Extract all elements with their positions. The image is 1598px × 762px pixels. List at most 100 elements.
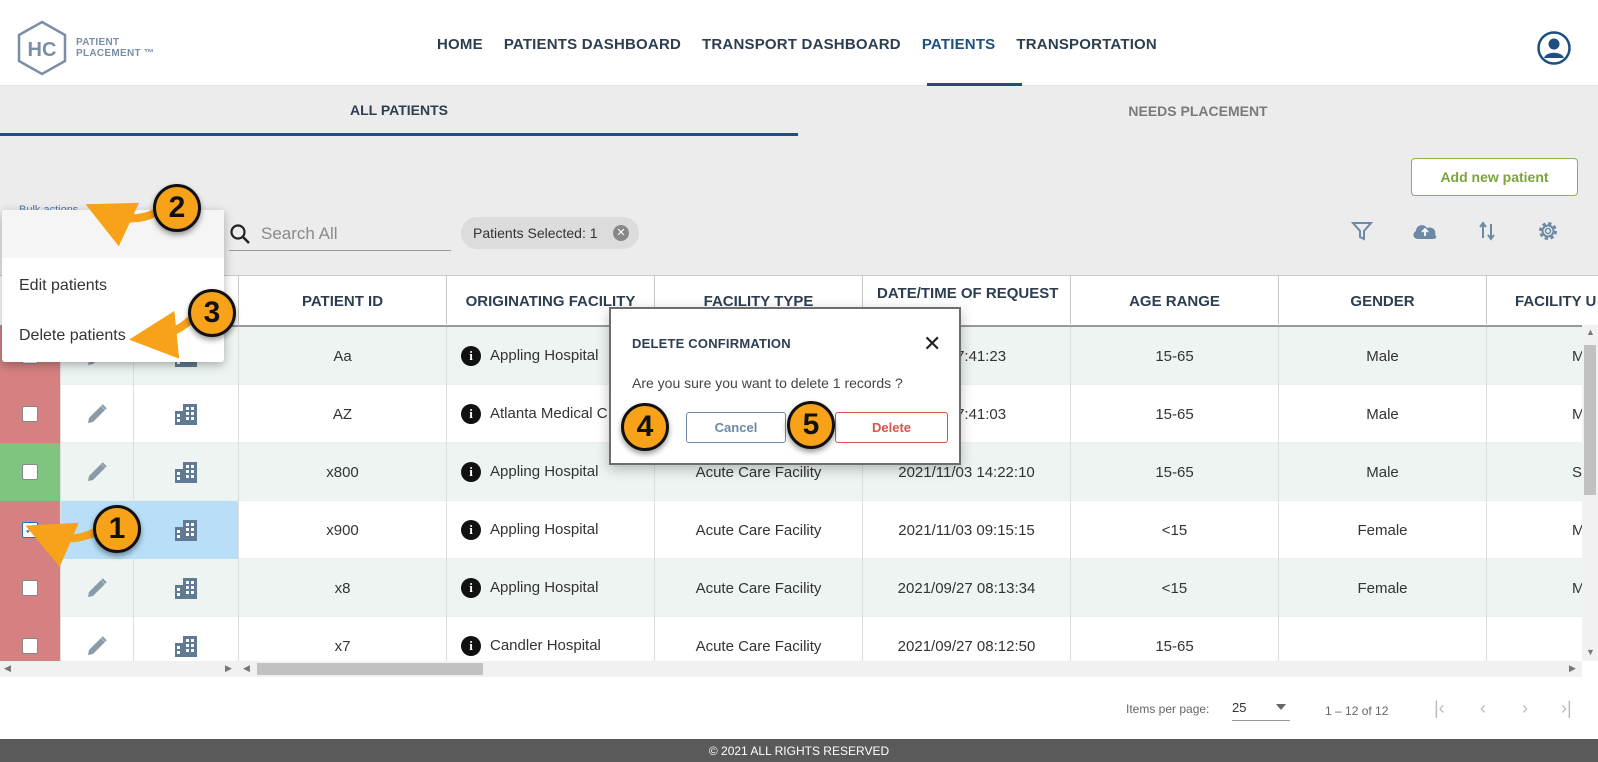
- cell-gender: Female: [1279, 559, 1487, 617]
- sort-icon[interactable]: [1474, 218, 1500, 244]
- items-per-page-select[interactable]: 25: [1232, 697, 1290, 721]
- cell-patient-id: x8: [239, 559, 447, 617]
- vertical-scrollbar[interactable]: ▲ ▼: [1582, 325, 1598, 661]
- scroll-left-icon[interactable]: ◀: [243, 663, 250, 674]
- cell-patient-id: x7: [239, 617, 447, 661]
- scroll-up-icon[interactable]: ▲: [1586, 327, 1595, 337]
- frozen-scroll-right-icon[interactable]: ▶: [225, 663, 232, 674]
- origin-text: Candler Hospital: [490, 637, 601, 654]
- facility-building-icon[interactable]: [134, 443, 239, 501]
- frozen-scroll-left-icon[interactable]: ◀: [4, 663, 11, 674]
- cell-date-time: 2021/09/27 08:13:34: [863, 559, 1071, 617]
- chip-clear-icon[interactable]: ✕: [613, 225, 629, 241]
- search-icon: [230, 224, 250, 244]
- header-age-range[interactable]: AGE RANGE: [1071, 276, 1279, 326]
- row-checkbox[interactable]: [22, 580, 38, 596]
- main-nav: HOME PATIENTS DASHBOARD TRANSPORT DASHBO…: [437, 36, 1178, 53]
- nav-transportation[interactable]: TRANSPORTATION: [1016, 36, 1157, 53]
- header-gender[interactable]: GENDER: [1279, 276, 1487, 326]
- edit-pencil-icon[interactable]: [61, 385, 134, 443]
- patient-subtabs: ALL PATIENTS NEEDS PLACEMENT: [0, 86, 1598, 136]
- edit-pencil-icon[interactable]: [61, 443, 134, 501]
- info-icon[interactable]: i: [461, 520, 481, 540]
- cell-facility-type: Acute Care Facility: [655, 617, 863, 661]
- nav-patients-dashboard[interactable]: PATIENTS DASHBOARD: [504, 36, 681, 53]
- info-icon[interactable]: i: [461, 462, 481, 482]
- cell-age-range: 15-65: [1071, 443, 1279, 501]
- close-icon[interactable]: ✕: [923, 331, 941, 357]
- nav-home[interactable]: HOME: [437, 36, 483, 53]
- scroll-right-icon[interactable]: ▶: [1569, 663, 1576, 674]
- cell-age-range: <15: [1071, 559, 1279, 617]
- settings-gear-icon[interactable]: [1535, 218, 1561, 244]
- info-icon[interactable]: i: [461, 578, 481, 598]
- first-page-icon[interactable]: |‹: [1434, 698, 1445, 719]
- cell-originating-facility: i Appling Hospital: [447, 501, 655, 559]
- next-page-icon[interactable]: ›: [1522, 698, 1528, 719]
- tab-needs-placement[interactable]: NEEDS PLACEMENT: [798, 86, 1598, 136]
- menu-item-edit-patients[interactable]: Edit patients: [19, 277, 107, 295]
- selected-count-chip: Patients Selected: 1 ✕: [461, 217, 639, 249]
- facility-building-icon[interactable]: [134, 559, 239, 617]
- table-row[interactable]: x8 i Appling Hospital Acute Care Facility 20…: [0, 559, 1598, 617]
- row-status-cell: [0, 385, 61, 443]
- filter-icon[interactable]: [1349, 218, 1375, 244]
- nav-transport-dashboard[interactable]: TRANSPORT DASHBOARD: [702, 36, 901, 53]
- menu-item-delete-patients[interactable]: Delete patients: [19, 327, 126, 345]
- edit-pencil-icon[interactable]: [61, 559, 134, 617]
- scroll-down-icon[interactable]: ▼: [1586, 647, 1595, 657]
- top-header: HC PATIENT PLACEMENT ™ HOME PATIENTS DAS…: [0, 0, 1598, 86]
- callout-badge-5: 5: [787, 401, 835, 449]
- cell-originating-facility: i Appling Hospital: [447, 559, 655, 617]
- chip-label: Patients Selected: 1: [473, 225, 598, 241]
- cell-facility-type: Acute Care Facility: [655, 559, 863, 617]
- edit-pencil-icon[interactable]: [61, 617, 134, 661]
- cell-gender: [1279, 617, 1487, 661]
- row-checkbox[interactable]: [22, 638, 38, 654]
- header-facility-u[interactable]: FACILITY U: [1487, 276, 1598, 326]
- prev-page-icon[interactable]: ‹: [1480, 698, 1486, 719]
- last-page-icon[interactable]: ›|: [1561, 698, 1572, 719]
- row-status-cell: [0, 617, 61, 661]
- cell-gender: Male: [1279, 327, 1487, 385]
- row-checkbox[interactable]: [22, 464, 38, 480]
- cloud-upload-icon[interactable]: [1410, 218, 1440, 244]
- items-per-page-value: 25: [1232, 700, 1247, 715]
- cancel-button[interactable]: Cancel: [686, 412, 786, 443]
- add-new-patient-button[interactable]: Add new patient: [1411, 158, 1578, 196]
- table-row[interactable]: ✓ x900 i Appling Hospital Acute Care Facilit…: [0, 501, 1598, 559]
- delete-button[interactable]: Delete: [835, 412, 948, 443]
- frozen-columns-scrollbar[interactable]: ◀ ▶: [0, 661, 239, 677]
- origin-text: Appling Hospital: [490, 463, 599, 480]
- dialog-message: Are you sure you want to delete 1 record…: [632, 375, 903, 391]
- cell-patient-id: AZ: [239, 385, 447, 443]
- bulk-actions-menu: Edit patients Delete patients: [2, 210, 224, 362]
- cell-age-range: 15-65: [1071, 385, 1279, 443]
- logo[interactable]: HC PATIENT PLACEMENT ™: [16, 20, 154, 76]
- row-checkbox[interactable]: ✓: [22, 522, 38, 538]
- cell-patient-id: x900: [239, 501, 447, 559]
- search-input[interactable]: [261, 224, 441, 244]
- cell-originating-facility: i Candler Hospital: [447, 617, 655, 661]
- nav-patients[interactable]: PATIENTS: [922, 36, 996, 53]
- horizontal-scroll-thumb[interactable]: [257, 663, 483, 675]
- tab-all-patients[interactable]: ALL PATIENTS: [0, 86, 798, 136]
- facility-building-icon[interactable]: [134, 617, 239, 661]
- logo-initials: HC: [28, 39, 57, 61]
- info-icon[interactable]: i: [461, 636, 481, 656]
- paginator: Items per page: 25 1 – 12 of 12 |‹ ‹ › ›…: [0, 680, 1598, 739]
- dialog-title: DELETE CONFIRMATION: [632, 336, 791, 351]
- info-icon[interactable]: i: [461, 404, 481, 424]
- facility-building-icon[interactable]: [134, 501, 239, 559]
- facility-building-icon[interactable]: [134, 385, 239, 443]
- row-checkbox[interactable]: [22, 406, 38, 422]
- table-row[interactable]: x7 i Candler Hospital Acute Care Facility 20…: [0, 617, 1598, 661]
- origin-text: Appling Hospital: [490, 347, 599, 364]
- horizontal-scrollbar[interactable]: ◀ ▶: [239, 661, 1582, 677]
- account-icon[interactable]: [1537, 31, 1571, 65]
- info-icon[interactable]: i: [461, 346, 481, 366]
- vertical-scroll-thumb[interactable]: [1584, 345, 1596, 495]
- header-patient-id[interactable]: PATIENT ID: [239, 276, 447, 326]
- cell-date-time: 2021/09/27 08:12:50: [863, 617, 1071, 661]
- callout-badge-3: 3: [188, 289, 236, 337]
